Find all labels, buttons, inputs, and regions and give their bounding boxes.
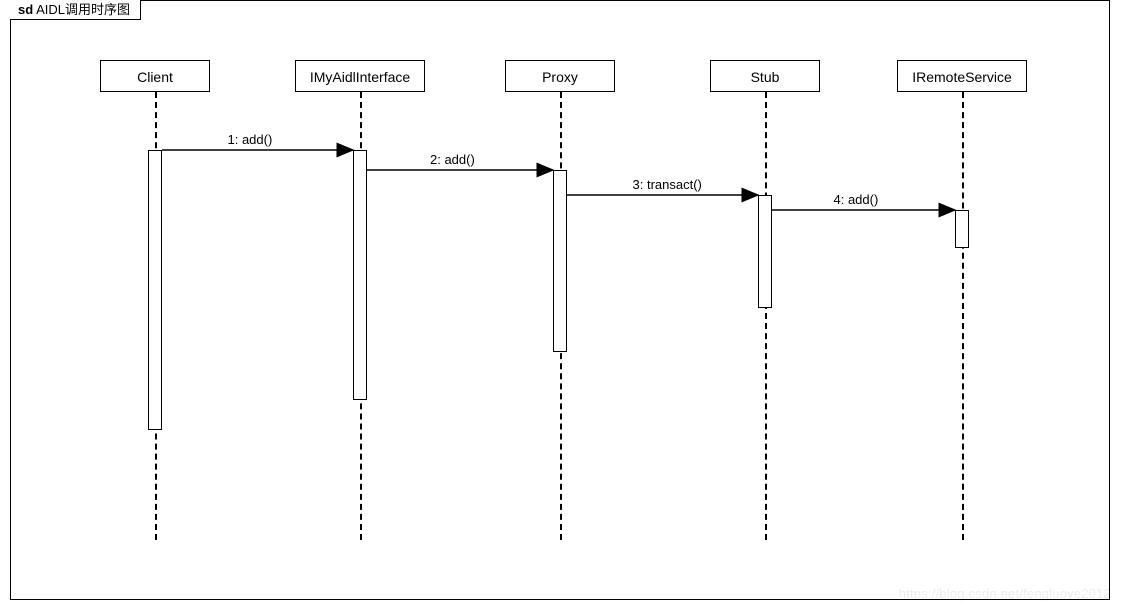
lifeline bbox=[765, 92, 767, 540]
activation-bar bbox=[758, 195, 772, 308]
frame-prefix: sd bbox=[18, 2, 33, 17]
participant-proxy: Proxy bbox=[505, 60, 615, 92]
frame-title-text: AIDL调用时序图 bbox=[36, 2, 130, 17]
message-label: 4: add() bbox=[834, 192, 879, 207]
message-label: 2: add() bbox=[430, 152, 475, 167]
participant-label: IRemoteService bbox=[912, 69, 1012, 85]
frame-title: sd AIDL调用时序图 bbox=[10, 0, 141, 20]
message-label: 3: transact() bbox=[633, 177, 702, 192]
participant-iremoteservice: IRemoteService bbox=[897, 60, 1027, 92]
message-label: 1: add() bbox=[228, 132, 273, 147]
participant-stub: Stub bbox=[710, 60, 820, 92]
activation-bar bbox=[148, 150, 162, 430]
activation-bar bbox=[955, 210, 969, 248]
participant-imyaidlinterface: IMyAidlInterface bbox=[295, 60, 425, 92]
participant-label: IMyAidlInterface bbox=[310, 69, 410, 85]
participant-client: Client bbox=[100, 60, 210, 92]
activation-bar bbox=[553, 170, 567, 352]
lifeline bbox=[962, 92, 964, 540]
participant-label: Client bbox=[137, 69, 173, 85]
watermark: https://blog.csdn.net/fengluoye2012 bbox=[899, 586, 1111, 601]
diagram-canvas: sd AIDL调用时序图 Client IMyAidlInterface Pro… bbox=[0, 0, 1121, 605]
participant-label: Proxy bbox=[542, 69, 578, 85]
activation-bar bbox=[353, 150, 367, 400]
participant-label: Stub bbox=[751, 69, 780, 85]
